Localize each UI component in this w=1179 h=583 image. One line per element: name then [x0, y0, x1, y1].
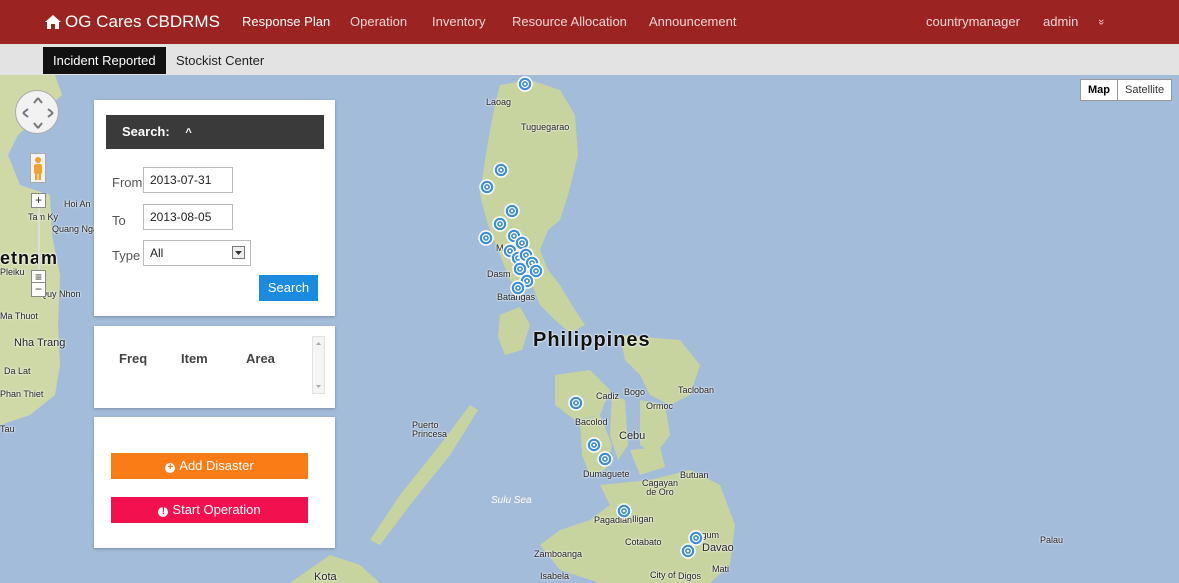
- map-label-kota: Kota: [314, 571, 337, 583]
- map-label-dasmarinas: Dasm: [487, 269, 511, 279]
- zoom-in-button[interactable]: +: [31, 193, 46, 208]
- map-label-ormoc: Ormoc: [646, 401, 673, 411]
- add-disaster-label: Add Disaster: [179, 458, 254, 473]
- map-label-phan-thiet: Phan Thiet: [0, 389, 44, 399]
- map-label-butuan: Butuan: [680, 470, 709, 480]
- incident-marker-icon[interactable]: [597, 451, 613, 467]
- map-label-tuguegarao: Tuguegarao: [521, 122, 570, 132]
- app-brand[interactable]: OG Cares CBDRMS: [44, 0, 220, 44]
- pan-arrows-icon: [22, 97, 54, 129]
- chevron-up-icon: ^: [185, 127, 192, 139]
- incident-marker-icon[interactable]: [616, 503, 632, 519]
- incident-marker-icon[interactable]: [479, 179, 495, 195]
- column-header-area: Area: [246, 351, 275, 366]
- start-operation-label: Start Operation: [172, 502, 261, 517]
- map-label-vietnam: etnam: [0, 248, 59, 268]
- map-type-satellite-button[interactable]: Satellite: [1117, 79, 1173, 101]
- map-label-dumaguete: Dumaguete: [583, 469, 630, 479]
- add-disaster-button[interactable]: + Add Disaster: [111, 453, 308, 479]
- street-view-icon: [34, 157, 42, 180]
- tab-incident-reported[interactable]: Incident Reported: [43, 47, 166, 74]
- incident-marker-icon[interactable]: [493, 162, 509, 178]
- to-label: To: [112, 213, 126, 228]
- map-label-puerto-princesa: Puerto Princesa: [412, 420, 448, 439]
- role-menu[interactable]: admin: [1043, 0, 1078, 44]
- nav-response-plan[interactable]: Response Plan: [242, 0, 330, 44]
- scroll-arrows-icon: [316, 342, 321, 388]
- actions-panel: + Add Disaster ! Start Operation: [94, 417, 335, 548]
- from-label: From: [112, 175, 143, 190]
- sub-navbar: Incident Reported Stockist Center: [0, 44, 1179, 75]
- incident-marker-icon[interactable]: [568, 395, 584, 411]
- type-label: Type: [112, 248, 141, 263]
- search-button[interactable]: Search: [259, 275, 318, 301]
- map-label-hoi-an: Hoi An: [64, 199, 91, 209]
- map-label-bacolod: Bacolod: [575, 417, 608, 427]
- plus-circle-icon: +: [165, 463, 176, 473]
- map-label-cebu: Cebu: [619, 430, 646, 442]
- nav-resource-allocation[interactable]: Resource Allocation: [512, 0, 627, 44]
- map-label-cadiz: Cadiz: [596, 391, 620, 401]
- top-navbar: OG Cares CBDRMS Response Plan Operation …: [0, 0, 1179, 44]
- search-panel-header[interactable]: Search: ^: [106, 115, 324, 149]
- to-date-input[interactable]: 2013-08-05: [143, 204, 233, 230]
- map-label-quy-nhon: Quy Nhon: [40, 289, 81, 299]
- results-panel: Freq Item Area: [94, 326, 335, 408]
- map-label-da-lat: Da Lat: [4, 366, 31, 376]
- home-icon: [45, 15, 61, 29]
- search-panel: Search: ^ From 2013-07-31 To 2013-08-05 …: [94, 100, 335, 316]
- map-canvas[interactable]: Laoag Tuguegarao M Dasm Batangas Philipp…: [0, 75, 1179, 583]
- app-title: OG Cares CBDRMS: [65, 12, 220, 31]
- column-header-freq: Freq: [119, 351, 148, 366]
- type-select-value: All: [150, 246, 164, 260]
- map-label-isabela: Isabela: [540, 571, 570, 581]
- map-label-ma-thuot: Ma Thuot: [0, 311, 38, 321]
- map-label-laoag: Laoag: [486, 97, 512, 107]
- incident-marker-icon[interactable]: [478, 230, 494, 246]
- more-chevron-icon[interactable]: »: [1079, 19, 1123, 25]
- map-label-tam-ky: Tam Ky: [28, 212, 59, 222]
- map-label-philippines: Philippines: [533, 329, 651, 351]
- results-scrollbar[interactable]: [312, 336, 325, 394]
- nav-operation[interactable]: Operation: [350, 0, 407, 44]
- zoom-out-button[interactable]: −: [31, 282, 46, 297]
- type-select[interactable]: All: [143, 240, 251, 266]
- map-pan-control[interactable]: [15, 90, 59, 134]
- incident-marker-icon[interactable]: [510, 280, 526, 296]
- user-menu[interactable]: countrymanager: [926, 0, 1020, 44]
- map-label-quang-ngai: Quang Ngai: [52, 224, 101, 234]
- map-label-sulu-sea: Sulu Sea: [491, 495, 532, 506]
- map-label-cotabato: Cotabato: [625, 537, 662, 547]
- map-label-tau: Tau: [0, 424, 15, 434]
- nav-announcement[interactable]: Announcement: [649, 0, 736, 44]
- map-label-cagayan-de-oro: Cagayan de Oro: [641, 478, 679, 497]
- map-label-city-of: City of: [650, 570, 676, 580]
- from-date-input[interactable]: 2013-07-31: [143, 167, 233, 193]
- map-label-tacloban: Tacloban: [678, 385, 715, 395]
- column-header-item: Item: [181, 351, 208, 366]
- search-panel-title: Search:: [122, 124, 170, 139]
- map-label-palau: Palau: [1040, 535, 1064, 545]
- pegman-icon[interactable]: [30, 153, 46, 183]
- map-label-pleiku: Pleiku: [0, 267, 25, 277]
- map-label-nha-trang: Nha Trang: [14, 337, 66, 349]
- map-label-bogo: Bogo: [624, 387, 646, 397]
- select-arrow-icon: [232, 246, 245, 259]
- tab-stockist-center[interactable]: Stockist Center: [166, 47, 274, 74]
- start-operation-button[interactable]: ! Start Operation: [111, 497, 308, 523]
- map-type-map-button[interactable]: Map: [1080, 79, 1118, 101]
- nav-inventory[interactable]: Inventory: [432, 0, 485, 44]
- incident-marker-icon[interactable]: [688, 530, 704, 546]
- map-label-davao: Davao: [702, 542, 734, 554]
- incident-marker-icon[interactable]: [517, 76, 533, 92]
- map-label-zamboanga: Zamboanga: [534, 549, 583, 559]
- map-label-digos: Digos: [678, 571, 702, 581]
- map-label-iligan: Iligan: [632, 514, 654, 524]
- exclamation-circle-icon: !: [158, 507, 169, 517]
- map-label-mati: Mati: [712, 564, 730, 574]
